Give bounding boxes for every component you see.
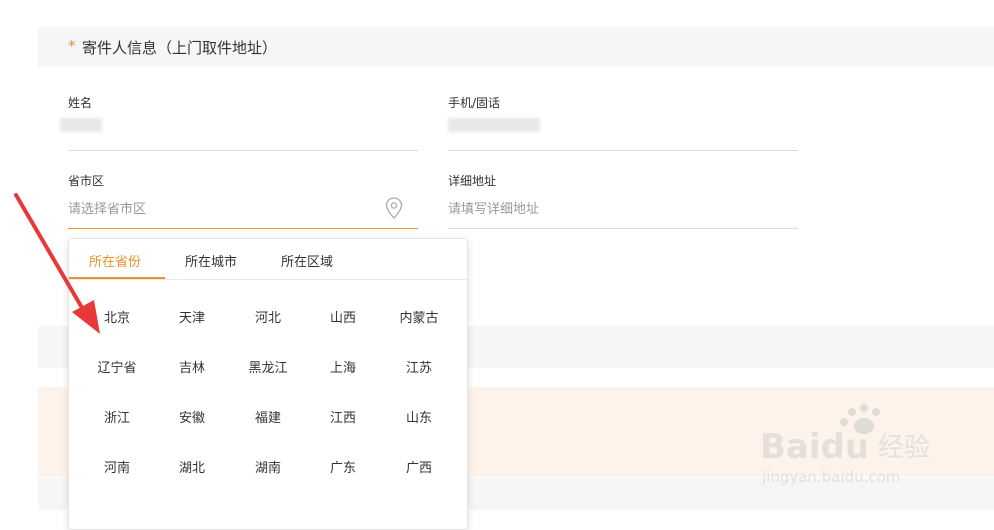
province-option[interactable]: 河北 (230, 307, 306, 326)
name-label: 姓名 (68, 96, 93, 110)
province-option[interactable]: 上海 (305, 357, 381, 376)
address-input[interactable] (448, 199, 788, 219)
active-tab-indicator (69, 277, 165, 279)
province-option[interactable]: 广东 (305, 457, 381, 476)
tab-city[interactable]: 所在城市 (185, 251, 237, 270)
region-underline-active (68, 228, 418, 229)
location-pin-icon[interactable] (384, 196, 404, 220)
province-option[interactable]: 山西 (305, 307, 381, 326)
phone-label: 手机/固话 (448, 96, 501, 110)
phone-value-redacted[interactable] (448, 118, 540, 132)
region-picker-tabs: 所在省份 所在城市 所在区域 (69, 239, 467, 280)
region-picker-popup: 所在省份 所在城市 所在区域 北京 天津 河北 山西 内蒙古辽宁省 吉林 黑龙江 上海 江苏浙江… (68, 238, 468, 530)
province-option[interactable]: 内蒙古 (381, 307, 457, 326)
province-option[interactable]: 黑龙江 (230, 357, 306, 376)
province-option[interactable]: 湖北 (154, 457, 230, 476)
address-label: 详细地址 (448, 174, 497, 188)
watermark-brand-cn: 经验 (878, 433, 930, 463)
watermark-url: jingyan.baidu.com (761, 468, 900, 486)
name-value-redacted[interactable] (60, 118, 102, 132)
province-option[interactable]: 吉林 (154, 357, 230, 376)
baidu-jingyan-watermark: Baidu 经验 jingyan.baidu.com (760, 404, 930, 486)
province-option[interactable]: 安徽 (154, 407, 230, 426)
region-label: 省市区 (68, 174, 105, 188)
phone-underline (448, 150, 798, 151)
province-option[interactable]: 江西 (305, 407, 381, 426)
province-option[interactable]: 辽宁省 (79, 357, 155, 376)
province-option[interactable]: 山东 (381, 407, 457, 426)
section-header-sender-info: * 寄件人信息（上门取件地址） (38, 27, 994, 67)
province-option[interactable]: 广西 (381, 457, 457, 476)
required-mark: * (68, 37, 76, 55)
province-option[interactable]: 福建 (230, 407, 306, 426)
tab-province[interactable]: 所在省份 (89, 251, 141, 270)
province-option[interactable]: 江苏 (381, 357, 457, 376)
province-option[interactable]: 湖南 (230, 457, 306, 476)
province-option[interactable]: 河南 (79, 457, 155, 476)
tab-district[interactable]: 所在区域 (281, 251, 333, 270)
province-option[interactable]: 浙江 (79, 407, 155, 426)
province-option[interactable]: 北京 (79, 307, 155, 326)
section-title: 寄件人信息（上门取件地址） (82, 39, 278, 57)
watermark-brand: Baidu (760, 427, 869, 467)
region-input[interactable] (68, 199, 368, 219)
address-underline (448, 228, 798, 229)
province-option[interactable]: 天津 (154, 307, 230, 326)
name-underline (68, 150, 418, 151)
